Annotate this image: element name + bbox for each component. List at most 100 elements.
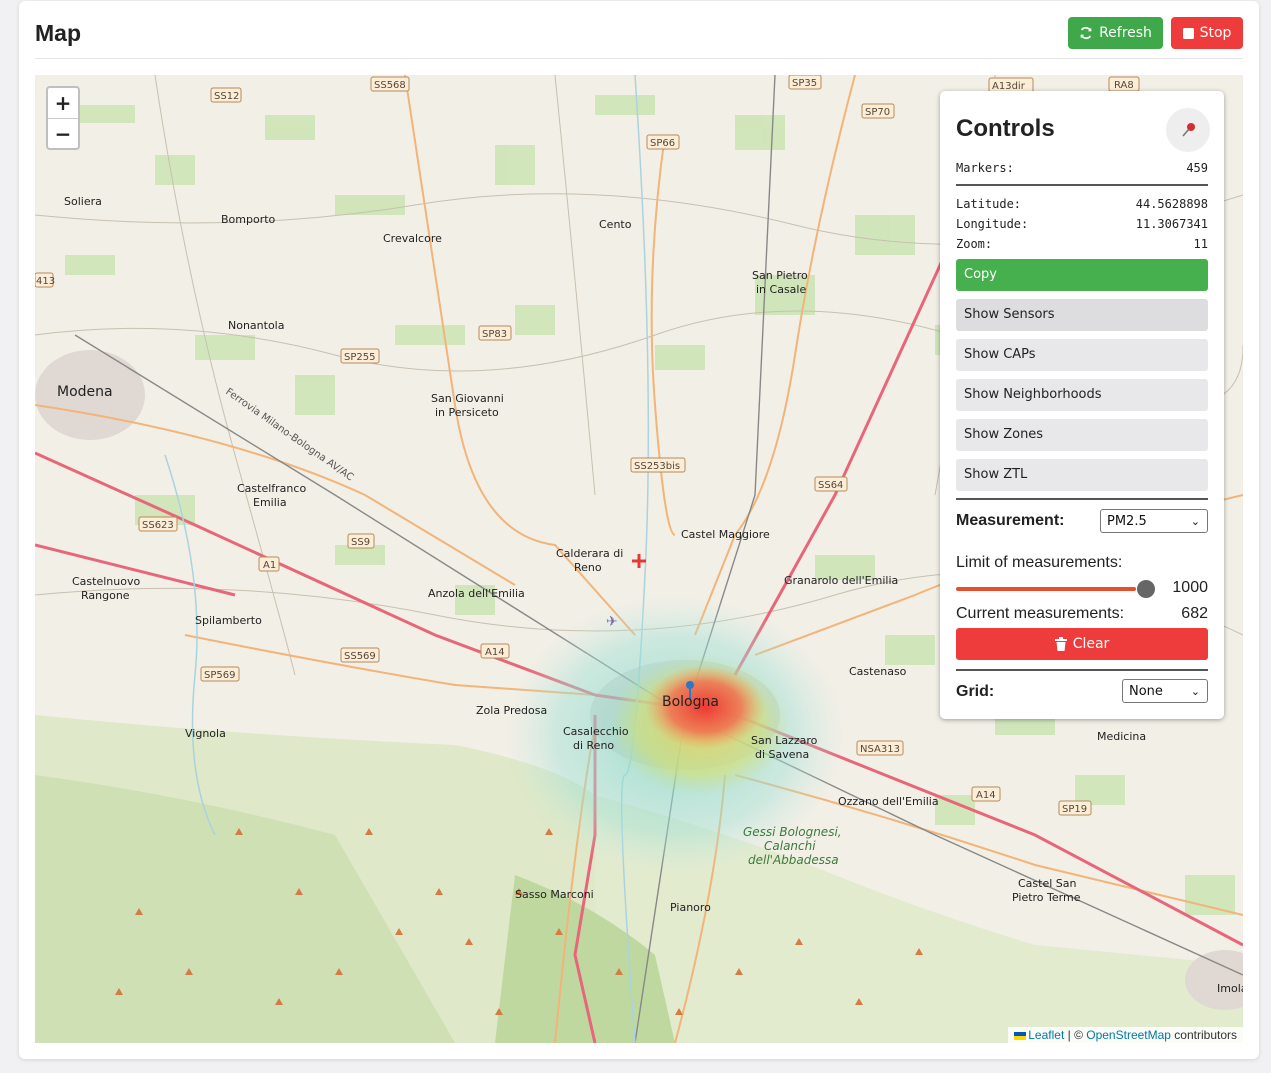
divider — [956, 669, 1208, 671]
show-neighborhoods-button[interactable]: Show Neighborhoods — [956, 379, 1208, 411]
limit-slider-track[interactable] — [956, 587, 1136, 591]
osm-link[interactable]: OpenStreetMap — [1086, 1028, 1171, 1042]
limit-label: Limit of measurements: — [956, 554, 1123, 571]
road-label: SS569 — [344, 651, 376, 662]
place-label: Castelnuovo — [72, 575, 140, 588]
measurement-value: PM2.5 — [1107, 514, 1147, 529]
stop-label: Stop — [1199, 25, 1232, 41]
current-value: 682 — [1181, 605, 1208, 622]
measurement-select[interactable]: PM2.5 ⌄ — [1100, 509, 1208, 533]
place-label: Zola Predosa — [476, 704, 547, 717]
attribution-separator: | © — [1064, 1028, 1087, 1042]
show-sensors-button[interactable]: Show Sensors — [956, 299, 1208, 331]
park-label: dell'Abbadessa — [748, 853, 839, 867]
road-label: 413 — [36, 276, 55, 287]
zoom-in-button[interactable]: + — [48, 88, 78, 119]
zoom-row: Zoom: 11 — [956, 237, 1208, 251]
place-label: Reno — [574, 561, 602, 574]
refresh-icon — [1080, 26, 1092, 40]
markers-value: 459 — [1186, 161, 1208, 175]
park-label: Gessi Bolognesi, — [743, 825, 842, 839]
leaflet-link[interactable]: Leaflet — [1028, 1028, 1064, 1042]
pin-button[interactable] — [1166, 108, 1210, 152]
road-label: SS9 — [351, 537, 370, 548]
latitude-row: Latitude: 44.5628898 — [956, 197, 1208, 211]
measurement-label: Measurement: — [956, 512, 1065, 529]
divider — [956, 184, 1208, 186]
markers-row: Markers: 459 — [956, 161, 1208, 175]
latitude-label: Latitude: — [956, 197, 1022, 211]
grid-select[interactable]: None ⌄ — [1122, 679, 1208, 703]
show-ztl-button[interactable]: Show ZTL — [956, 459, 1208, 491]
road-label: SP70 — [865, 107, 890, 118]
divider — [956, 498, 1208, 500]
place-label: Castel Maggiore — [681, 528, 770, 541]
road-label: SS64 — [818, 480, 843, 491]
road-label: SP19 — [1062, 804, 1087, 815]
limit-slider-handle[interactable] — [1137, 580, 1155, 598]
refresh-button[interactable]: Refresh — [1068, 17, 1163, 49]
clear-button[interactable]: Clear — [956, 628, 1208, 660]
copy-button[interactable]: Copy — [956, 259, 1208, 291]
attribution-suffix: contributors — [1170, 1028, 1237, 1042]
refresh-label: Refresh — [1099, 25, 1152, 41]
road-label: SP66 — [650, 138, 675, 149]
place-label: Pietro Terme — [1012, 891, 1081, 904]
road-label: SS568 — [374, 80, 406, 91]
longitude-row: Longitude: 11.3067341 — [956, 217, 1208, 231]
place-label: Bomporto — [221, 213, 276, 226]
zoom-control: + − — [46, 86, 80, 150]
longitude-label: Longitude: — [956, 217, 1029, 231]
chevron-down-icon: ⌄ — [1190, 685, 1200, 698]
show-caps-button[interactable]: Show CAPs — [956, 339, 1208, 371]
place-label: Castelfranco — [237, 482, 306, 495]
zoom-value: 11 — [1193, 237, 1208, 251]
place-label: Imola — [1217, 982, 1243, 995]
place-label: San Giovanni — [431, 392, 504, 405]
page-title: Map — [35, 20, 81, 46]
show-zones-button[interactable]: Show Zones — [956, 419, 1208, 451]
road-label: SS12 — [214, 91, 239, 102]
road-label: SP569 — [204, 670, 235, 681]
zoom-out-button[interactable]: − — [48, 119, 78, 149]
grid-value: None — [1129, 684, 1163, 699]
place-label: Anzola dell'Emilia — [428, 587, 525, 600]
city-label-bologna: Bologna — [662, 694, 719, 710]
place-label: Rangone — [81, 589, 130, 602]
place-label: Vignola — [185, 727, 226, 740]
place-label: Crevalcore — [383, 232, 442, 245]
place-label: Medicina — [1097, 730, 1146, 743]
markers-label: Markers: — [956, 161, 1014, 175]
pushpin-icon — [1182, 123, 1195, 137]
map-view[interactable]: ✈ SS12 SS568 SP35 A13dir RA8 SP70 SP66 4… — [35, 75, 1243, 1043]
zoom-label: Zoom: — [956, 237, 993, 251]
stop-button[interactable]: Stop — [1171, 17, 1243, 49]
svg-text:✈: ✈ — [606, 614, 618, 630]
trash-icon — [1054, 637, 1067, 651]
limit-value: 1000 — [1172, 579, 1208, 596]
road-label: RA8 — [1114, 80, 1134, 91]
place-label: Pianoro — [670, 901, 711, 914]
road-label: SP83 — [482, 329, 507, 340]
place-label: San Lazzaro — [751, 734, 818, 747]
place-label: di Reno — [573, 739, 614, 752]
place-label: Granarolo dell'Emilia — [784, 574, 898, 587]
chevron-down-icon: ⌄ — [1190, 515, 1200, 528]
ukraine-flag-icon — [1014, 1031, 1027, 1040]
stop-icon — [1182, 27, 1194, 39]
place-label: Casalecchio — [563, 725, 629, 738]
latitude-value: 44.5628898 — [1135, 197, 1208, 211]
place-label: Ozzano dell'Emilia — [838, 795, 939, 808]
current-label: Current measurements: — [956, 605, 1125, 622]
place-label: Emilia — [253, 496, 287, 509]
place-label: di Savena — [755, 748, 809, 761]
controls-title: Controls — [956, 115, 1055, 142]
road-label: A14 — [976, 790, 996, 801]
place-label: in Casale — [756, 283, 806, 296]
controls-panel: Controls Markers: 459 Latitude: 44.56288… — [940, 91, 1224, 719]
place-label: Cento — [599, 218, 632, 231]
road-label: A1 — [263, 560, 276, 571]
road-label: A14 — [485, 647, 505, 658]
city-label-modena: Modena — [57, 384, 113, 400]
road-label: NSA313 — [860, 744, 900, 755]
